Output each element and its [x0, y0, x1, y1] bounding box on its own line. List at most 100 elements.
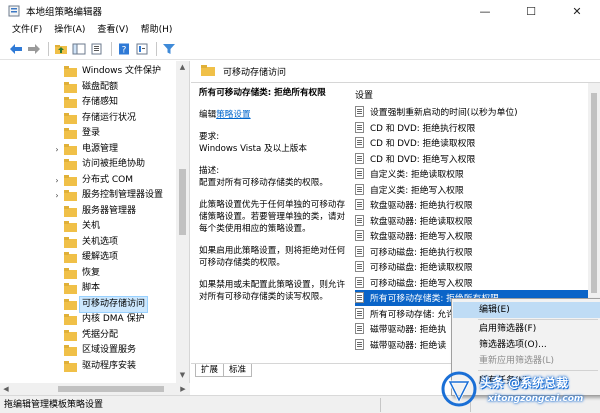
tree-item[interactable]: 存储感知 [0, 95, 176, 111]
setting-label: 可移动磁盘: 拒绝读取权限 [370, 263, 473, 274]
tree-item[interactable]: 关机 [0, 219, 176, 235]
tree-item[interactable]: 脚本 [0, 281, 176, 297]
export-list-icon[interactable] [89, 41, 105, 57]
tree-item[interactable]: 内核 DMA 保护 [0, 312, 176, 328]
setting-row[interactable]: 可移动磁盘: 拒绝读取权限 [355, 259, 595, 275]
policy-setting-icon [355, 230, 364, 242]
tree-item[interactable]: 缓解选项 [0, 250, 176, 266]
tree-item[interactable]: › 电源管理 [0, 142, 176, 158]
watermark-url: xitongzongcai.com [488, 394, 584, 404]
tree-item-label: 缓解选项 [82, 252, 119, 263]
description-para1: 此策略设置优先于任何单独的可移动存储策略设置。若要管理单独的类，请对每个类使用相… [199, 200, 346, 234]
show-hide-tree-icon[interactable] [71, 41, 87, 57]
back-icon[interactable] [8, 41, 24, 57]
setting-row[interactable]: 设置强制重新启动的时间(以秒为单位) [355, 104, 595, 120]
help-icon[interactable]: ? [116, 41, 132, 57]
expand-chevron-icon[interactable]: › [52, 144, 62, 154]
setting-label: CD 和 DVD: 拒绝写入权限 [370, 154, 476, 165]
scrollbar-thumb[interactable] [58, 386, 164, 392]
close-button[interactable]: ✕ [554, 0, 600, 22]
minimize-button[interactable]: — [462, 0, 508, 22]
tree-item-label: 磁盘配额 [82, 81, 119, 92]
setting-label: CD 和 DVD: 拒绝执行权限 [370, 123, 476, 134]
description-para3: 如果禁用或未配置此策略设置，则允许对所有可移动存储类的读写权限。 [199, 280, 346, 302]
requirement-label: 要求: [199, 132, 220, 142]
toolbar-divider [156, 41, 157, 56]
folder-icon [64, 174, 77, 189]
tree-item[interactable]: 区域设置服务 [0, 343, 176, 359]
setting-label: 可移动磁盘: 拒绝写入权限 [370, 278, 473, 289]
setting-row[interactable]: 可移动磁盘: 拒绝执行权限 [355, 244, 595, 260]
menu-view[interactable]: 查看(V) [91, 22, 134, 38]
setting-label: 软盘驱动器: 拒绝写入权限 [370, 232, 473, 243]
requirement-value: Windows Vista 及以上版本 [199, 144, 307, 154]
scroll-right-icon[interactable]: ▶ [178, 384, 188, 394]
tree-item-label: 区域设置服务 [82, 345, 137, 356]
folder-icon [64, 360, 77, 375]
tree-item[interactable]: 可移动存储访问 [0, 295, 176, 313]
properties-icon[interactable] [134, 41, 150, 57]
forward-icon[interactable] [26, 41, 42, 57]
tree-item[interactable]: › 服务控制管理器设置 [0, 188, 176, 204]
setting-row[interactable]: 软盘驱动器: 拒绝写入权限 [355, 228, 595, 244]
setting-row[interactable]: 软盘驱动器: 拒绝执行权限 [355, 197, 595, 213]
details-header-title: 可移动存储访问 [223, 68, 287, 78]
maximize-button[interactable]: ☐ [508, 0, 554, 22]
expand-chevron-icon[interactable]: › [52, 191, 62, 201]
menu-help[interactable]: 帮助(H) [135, 22, 179, 38]
setting-row[interactable]: CD 和 DVD: 拒绝读取权限 [355, 135, 595, 151]
folder-icon [64, 81, 77, 96]
scroll-left-icon[interactable]: ◀ [1, 384, 11, 394]
policy-setting-icon [355, 276, 364, 288]
tree-item[interactable]: Windows 文件保护 [0, 64, 176, 80]
edit-policy-link[interactable]: 策略设置 [216, 110, 250, 120]
folder-icon [64, 205, 77, 220]
scroll-down-icon[interactable]: ▼ [178, 371, 187, 380]
description-para2: 如果启用此策略设置，则将拒绝对任何可移动存储类的权限。 [199, 246, 346, 268]
scroll-up-icon[interactable]: ▲ [178, 63, 187, 72]
policy-setting-icon [355, 152, 364, 164]
tree-item[interactable]: 存储运行状况 [0, 111, 176, 127]
context-menu-edit[interactable]: 编辑(E) [453, 302, 600, 318]
maximize-icon: ☐ [526, 4, 536, 18]
tab-extended[interactable]: 扩展 [195, 364, 225, 377]
tree-item[interactable]: 恢复 [0, 266, 176, 282]
tree-item[interactable]: 磁盘配额 [0, 80, 176, 96]
tree-item-label: 服务控制管理器设置 [82, 190, 164, 201]
tree-item[interactable]: 驱动程序安装 [0, 359, 176, 375]
scrollbar-thumb[interactable] [591, 93, 597, 293]
tree-item[interactable]: 登录 [0, 126, 176, 142]
tree-item-label: 凭据分配 [82, 329, 119, 340]
context-menu-filter-options[interactable]: 筛选器选项(O)... [453, 337, 600, 353]
expand-chevron-icon[interactable]: › [52, 175, 62, 185]
tree-item-label: 内核 DMA 保护 [82, 314, 145, 325]
setting-row[interactable]: 自定义类: 拒绝读取权限 [355, 166, 595, 182]
setting-label: 可移动磁盘: 拒绝执行权限 [370, 247, 473, 258]
setting-label: 软盘驱动器: 拒绝读取权限 [370, 216, 473, 227]
menu-action[interactable]: 操作(A) [48, 22, 91, 38]
policy-setting-icon [355, 338, 364, 350]
setting-row[interactable]: 自定义类: 拒绝写入权限 [355, 182, 595, 198]
tab-standard[interactable]: 标准 [223, 364, 253, 377]
up-folder-icon[interactable] [53, 41, 69, 57]
tree-item[interactable]: › 分布式 COM [0, 173, 176, 189]
tree-item[interactable]: 关机选项 [0, 235, 176, 251]
tree-item[interactable]: 服务器管理器 [0, 204, 176, 220]
settings-column-header[interactable]: 设置 [355, 88, 373, 101]
scrollbar-thumb[interactable] [179, 169, 186, 235]
tree-vertical-scrollbar[interactable]: ▲ ▼ [176, 61, 189, 383]
setting-label: 磁带驱动器: 拒绝执 [370, 325, 447, 336]
setting-row[interactable]: 软盘驱动器: 拒绝读取权限 [355, 213, 595, 229]
folder-icon [64, 190, 77, 204]
setting-row[interactable]: CD 和 DVD: 拒绝写入权限 [355, 151, 595, 167]
menu-file[interactable]: 文件(F) [6, 22, 48, 38]
filter-icon[interactable] [161, 41, 177, 57]
context-menu-enable-filter[interactable]: 启用筛选器(F) [453, 321, 600, 337]
tree-item[interactable]: 凭据分配 [0, 328, 176, 344]
setting-row[interactable]: 可移动磁盘: 拒绝写入权限 [355, 275, 595, 291]
tree-item[interactable]: 访问被拒绝协助 [0, 157, 176, 173]
setting-row[interactable]: CD 和 DVD: 拒绝执行权限 [355, 120, 595, 136]
policy-setting-icon [355, 137, 364, 149]
tree-horizontal-scrollbar[interactable]: ◀ ▶ [0, 383, 190, 395]
toolbar-divider [111, 41, 112, 56]
